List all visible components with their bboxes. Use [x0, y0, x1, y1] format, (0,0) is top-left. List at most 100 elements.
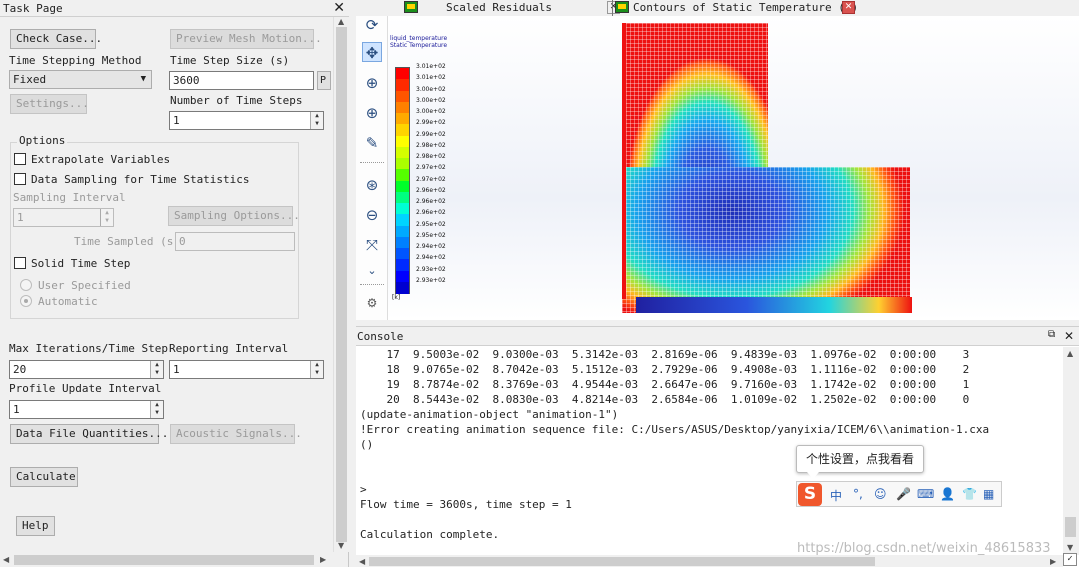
- user-specified-radio[interactable]: [20, 279, 32, 291]
- resize-grip-icon[interactable]: ✓: [1063, 553, 1077, 566]
- graphics-toolbar: ⟳ ✥ ⊕ ⊕ ✎ ⊛ ⊖ ⤧ ⌄ ⚙: [356, 16, 388, 320]
- reporting-interval-input[interactable]: 1 ▲ ▼: [169, 360, 324, 379]
- zoom-in-icon[interactable]: ⊕: [362, 73, 382, 93]
- scroll-left-icon[interactable]: ◀: [359, 557, 365, 566]
- pan-icon[interactable]: ✥: [362, 42, 382, 62]
- scroll-up-icon[interactable]: ▲: [1067, 349, 1073, 358]
- extrapolate-variables-checkbox[interactable]: [14, 153, 26, 165]
- close-icon[interactable]: ✕: [333, 0, 345, 16]
- tab-contours-static-temperature[interactable]: Contours of Static Temperature (k) ✕: [612, 0, 862, 16]
- colorbar-tick-label: 2.94e+02: [416, 243, 446, 250]
- sampling-interval-value: 1: [17, 211, 24, 224]
- user-specified-label: User Specified: [38, 279, 131, 292]
- colorbar-tick-label: 2.93e+02: [416, 265, 446, 273]
- console-line: (update-animation-object "animation-1"): [360, 408, 619, 421]
- spinner-icon[interactable]: ▲ ▼: [150, 401, 163, 418]
- view-icon[interactable]: ⚙: [362, 293, 382, 313]
- scroll-up-icon[interactable]: ▲: [338, 17, 344, 26]
- colorbar-band: [396, 214, 409, 226]
- help-button[interactable]: Help: [16, 516, 55, 536]
- colorbar-tick-label: 3.00e+02: [416, 96, 446, 104]
- number-of-time-steps-input[interactable]: 1 ▲ ▼: [169, 111, 324, 130]
- colorbar-band: [396, 225, 409, 238]
- console-horizontal-scrollbar[interactable]: ◀ ▶: [356, 555, 1063, 567]
- more-icon[interactable]: ⌄: [362, 261, 382, 281]
- console-output[interactable]: 17 9.5003e-02 9.0300e-03 5.3142e-03 2.81…: [360, 347, 1060, 555]
- parameter-button[interactable]: P: [317, 71, 331, 90]
- close-icon[interactable]: ✕: [842, 1, 855, 14]
- colorbar-band: [396, 259, 409, 271]
- restore-icon[interactable]: ⧉: [1048, 329, 1055, 340]
- contour-region-lower: [622, 167, 910, 313]
- emoji-icon[interactable]: ☺: [874, 487, 887, 501]
- axes-icon[interactable]: ⤧: [362, 235, 382, 255]
- sampling-options-button[interactable]: Sampling Options...: [168, 206, 300, 226]
- colorbar-band: [396, 79, 409, 91]
- solid-time-step-checkbox[interactable]: [14, 257, 26, 269]
- colorbar-tick-label: 2.95e+02: [416, 220, 446, 228]
- colorbar-band: [396, 248, 409, 260]
- ime-settings-tooltip[interactable]: 个性设置，点我看看: [796, 445, 924, 479]
- colorbar-tick-label: 2.99e+02: [416, 119, 446, 127]
- punctuation-icon[interactable]: °,: [853, 487, 863, 501]
- profile-update-interval-input[interactable]: 1 ▲ ▼: [9, 400, 164, 419]
- legend-unit: [k]: [392, 294, 401, 301]
- spinner-icon[interactable]: ▲ ▼: [100, 209, 113, 226]
- tab-scaled-residuals[interactable]: Scaled Residuals ✕: [389, 0, 620, 16]
- spinner-icon[interactable]: ▲ ▼: [150, 361, 163, 378]
- legend-title: liquid_temperature Static Temperature: [390, 35, 447, 49]
- automatic-radio[interactable]: [20, 295, 32, 307]
- temperature-colorbar: [395, 67, 410, 294]
- close-icon[interactable]: ✕: [1064, 329, 1074, 343]
- task-page-vertical-scrollbar[interactable]: ▲ ▼: [333, 17, 349, 552]
- profile-update-interval-value: 1: [13, 403, 20, 416]
- console-line: !Error creating animation sequence file:…: [360, 423, 990, 436]
- data-sampling-checkbox[interactable]: [14, 173, 26, 185]
- scrollbar-thumb[interactable]: [14, 555, 314, 565]
- graphics-viewport[interactable]: liquid_temperature Static Temperature 3.…: [388, 16, 1079, 320]
- toolbox-icon[interactable]: ▦: [983, 487, 994, 501]
- scroll-down-icon[interactable]: ▼: [1067, 543, 1073, 552]
- scroll-right-icon[interactable]: ▶: [320, 555, 326, 564]
- preview-mesh-motion-button[interactable]: Preview Mesh Motion...: [170, 29, 322, 49]
- spinner-icon[interactable]: ▲ ▼: [310, 112, 323, 129]
- contours-icon: [615, 1, 629, 13]
- zoom-box-icon[interactable]: ⊛: [362, 175, 382, 195]
- sogou-logo-icon[interactable]: S: [798, 483, 822, 506]
- data-file-quantities-button[interactable]: Data File Quantities...: [10, 424, 168, 444]
- console-titlebar: Console ⧉ ✕: [356, 327, 1079, 346]
- scrollbar-thumb[interactable]: [369, 557, 875, 566]
- zoom-to-fit-icon[interactable]: ⊕: [362, 103, 382, 123]
- scroll-down-icon[interactable]: ▼: [338, 541, 344, 550]
- colorbar-tick-label: 2.94e+02: [416, 254, 446, 262]
- skin-icon[interactable]: 👕: [962, 487, 977, 501]
- console-line: (): [360, 438, 374, 451]
- time-stepping-method-select[interactable]: Fixed ▼: [9, 70, 152, 89]
- colorbar-band: [396, 191, 409, 204]
- check-case-button[interactable]: Check Case...: [10, 29, 102, 49]
- time-step-size-input[interactable]: 3600: [169, 71, 314, 90]
- console-vertical-scrollbar[interactable]: ▲ ▼: [1063, 347, 1079, 555]
- task-page-horizontal-scrollbar[interactable]: ◀ ▶: [0, 553, 333, 567]
- scrollbar-thumb[interactable]: [1065, 517, 1076, 537]
- microphone-icon[interactable]: 🎤: [896, 487, 911, 501]
- user-icon[interactable]: 👤: [940, 487, 955, 501]
- calculate-button[interactable]: Calculate: [10, 467, 78, 487]
- spinner-icon[interactable]: ▲ ▼: [310, 361, 323, 378]
- keyboard-icon[interactable]: ⌨: [917, 487, 934, 501]
- zoom-out-icon[interactable]: ⊖: [362, 205, 382, 225]
- scroll-right-icon[interactable]: ▶: [1050, 557, 1056, 566]
- sampling-interval-input[interactable]: 1 ▲ ▼: [13, 208, 114, 227]
- settings-button[interactable]: Settings...: [10, 94, 89, 114]
- colorbar-tick-label: 2.95e+02: [416, 231, 446, 239]
- rotate-icon[interactable]: ⟳: [362, 15, 382, 35]
- time-sampled-input[interactable]: 0: [175, 232, 295, 251]
- probe-icon[interactable]: ✎: [362, 133, 382, 153]
- scrollbar-thumb[interactable]: [336, 27, 347, 542]
- task-page-title: Task Page: [3, 2, 63, 15]
- chinese-mode-icon[interactable]: 中: [830, 487, 842, 504]
- scroll-left-icon[interactable]: ◀: [3, 555, 9, 564]
- acoustic-signals-button[interactable]: Acoustic Signals...: [170, 424, 302, 444]
- max-iterations-input[interactable]: 20 ▲ ▼: [9, 360, 164, 379]
